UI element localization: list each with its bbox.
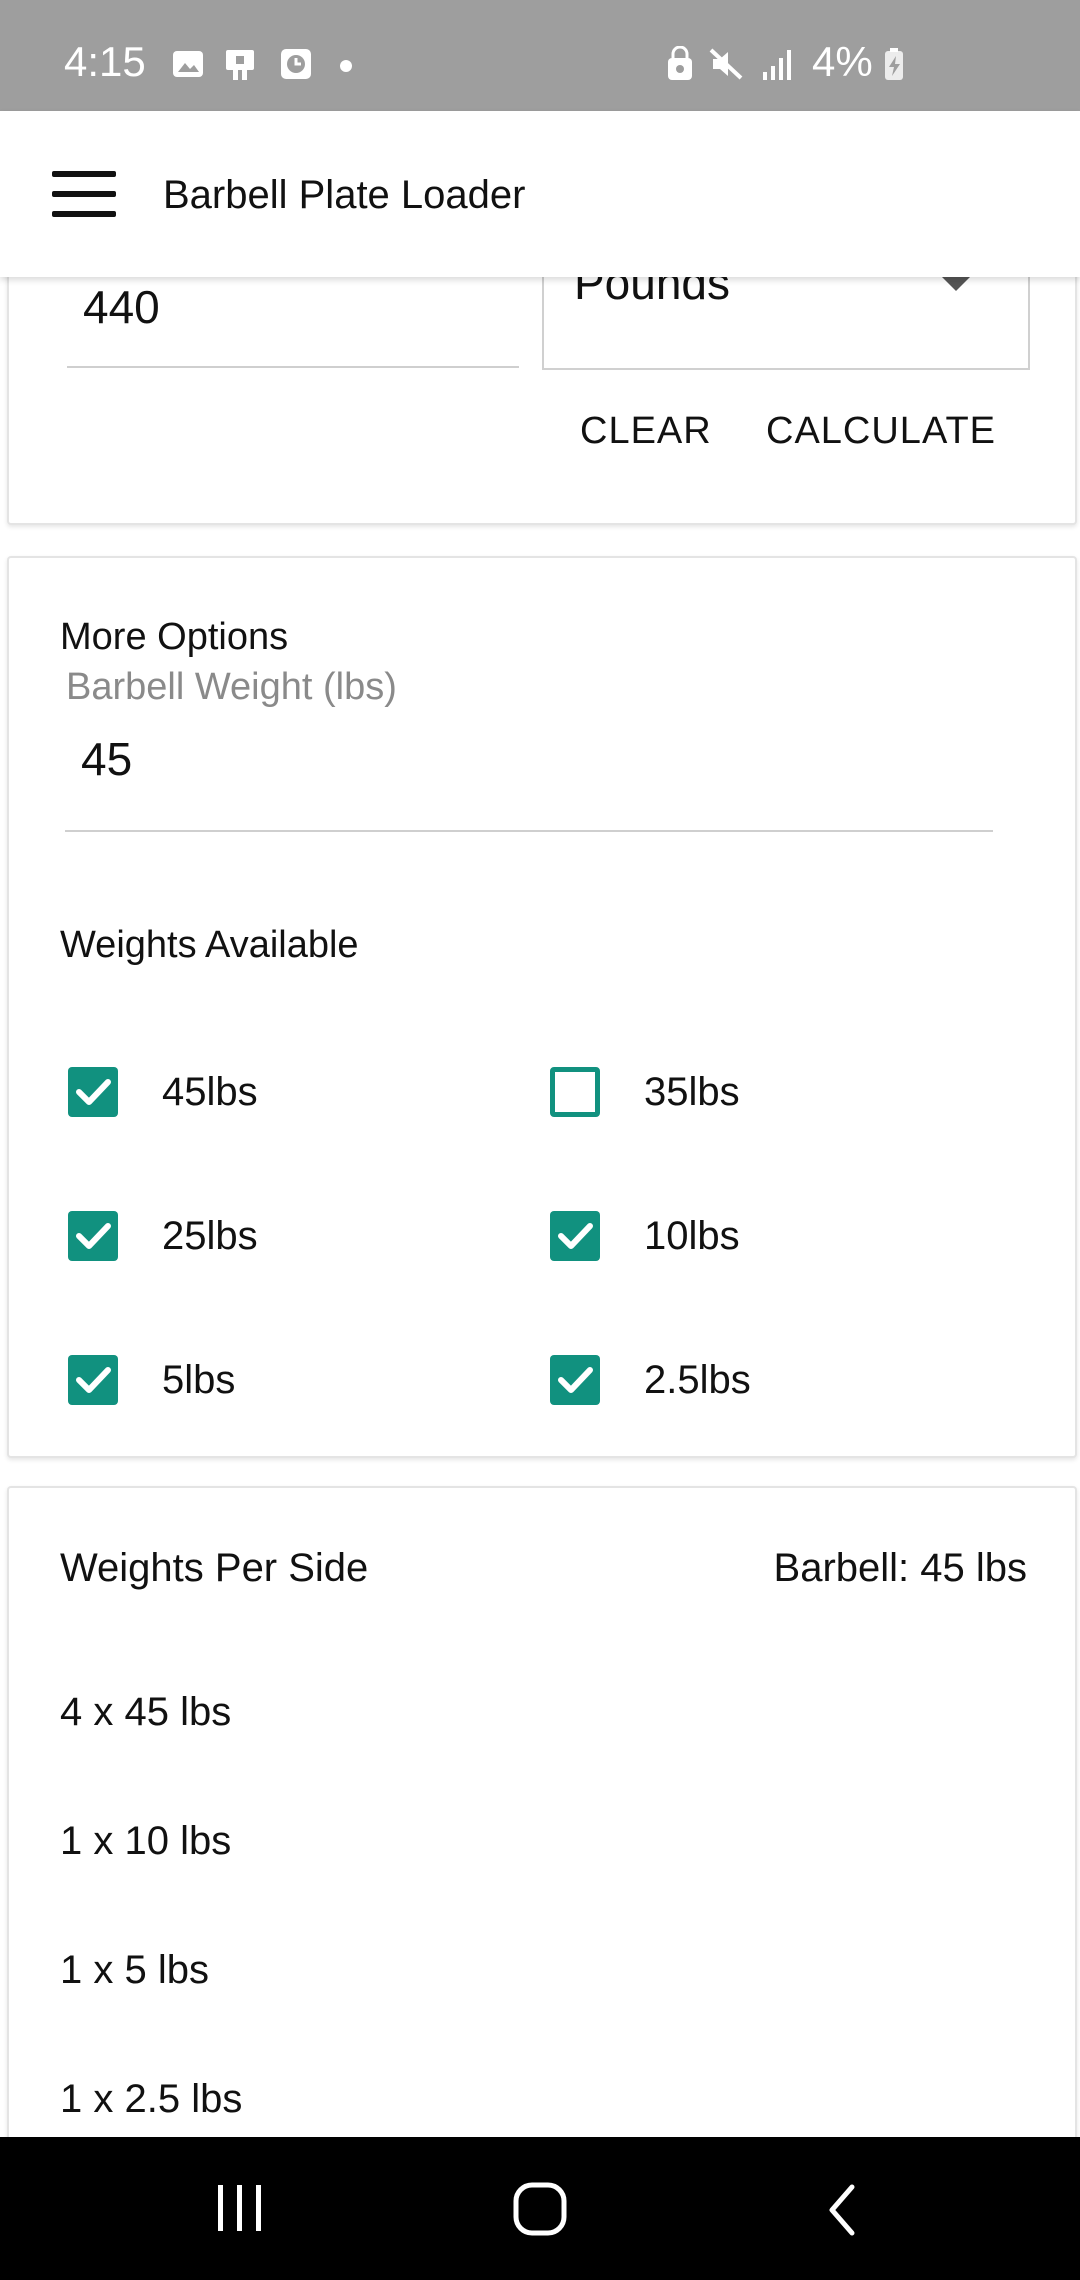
barbell-weight-value: 45 [81, 733, 133, 785]
dropdown-arrow-icon [940, 275, 972, 291]
checkbox-5lbs[interactable] [68, 1355, 118, 1405]
checkbox-25lbs[interactable] [68, 1211, 118, 1261]
gallery-icon [173, 51, 203, 77]
checkbox-10lbs[interactable] [550, 1211, 600, 1261]
plate-result-item: 1 x 10 lbs [60, 1819, 232, 1863]
weight-option-label: 25lbs [162, 1214, 258, 1258]
status-bar: 4:15 4% [0, 0, 1080, 111]
weights-per-side-heading: Weights Per Side [60, 1546, 369, 1590]
mute-icon [709, 48, 743, 80]
target-weight-field[interactable]: 440 [67, 280, 519, 368]
check-icon [76, 1079, 111, 1105]
more-options-heading: More Options [60, 616, 289, 658]
clear-button[interactable]: CLEAR [580, 410, 712, 453]
weights-available-heading: Weights Available [60, 924, 359, 966]
plate-result-item: 1 x 5 lbs [60, 1948, 209, 1992]
checkbox-45lbs[interactable] [68, 1067, 118, 1117]
barbell-weight-field[interactable]: 45 [65, 728, 993, 832]
weight-option-label: 2.5lbs [644, 1358, 751, 1402]
checkbox-2-5lbs[interactable] [550, 1355, 600, 1405]
barbell-summary: Barbell: 45 lbs [773, 1546, 1027, 1590]
clock-icon [281, 49, 311, 79]
check-icon [558, 1223, 593, 1249]
back-icon[interactable] [820, 2181, 866, 2239]
system-nav-bar [0, 2137, 1080, 2280]
check-icon [76, 1367, 111, 1393]
barbell-weight-label: Barbell Weight (lbs) [66, 666, 397, 708]
calculate-button[interactable]: CALCULATE [766, 410, 996, 453]
weight-option-label: 10lbs [644, 1214, 740, 1258]
battery-charging-icon [885, 48, 903, 80]
weights-per-side-card: Weights Per Side Barbell: 45 lbs 4 x 45 … [7, 1486, 1077, 2190]
checkbox-35lbs[interactable] [550, 1067, 600, 1117]
weight-option-label: 35lbs [644, 1070, 740, 1114]
more-options-card: More Options Barbell Weight (lbs) 45 Wei… [7, 556, 1077, 1458]
notification-dot [340, 60, 352, 72]
battery-percent: 4% [812, 38, 873, 85]
check-icon [76, 1223, 111, 1249]
hamburger-menu-icon[interactable] [52, 171, 118, 217]
recent-apps-icon[interactable] [212, 2179, 268, 2237]
status-time: 4:15 [64, 38, 146, 85]
plate-result-item: 4 x 45 lbs [60, 1690, 232, 1734]
signal-icon [763, 50, 791, 80]
lock-icon [668, 46, 692, 80]
plate-result-item: 1 x 2.5 lbs [60, 2077, 243, 2121]
app-bar: Barbell Plate Loader [0, 111, 1080, 277]
weight-option-label: 45lbs [162, 1070, 258, 1114]
target-weight-value: 440 [83, 281, 160, 333]
check-icon [558, 1367, 593, 1393]
app-title: Barbell Plate Loader [163, 173, 526, 217]
home-icon[interactable] [510, 2179, 570, 2239]
weight-option-label: 5lbs [162, 1358, 236, 1402]
device-icon [226, 50, 254, 80]
